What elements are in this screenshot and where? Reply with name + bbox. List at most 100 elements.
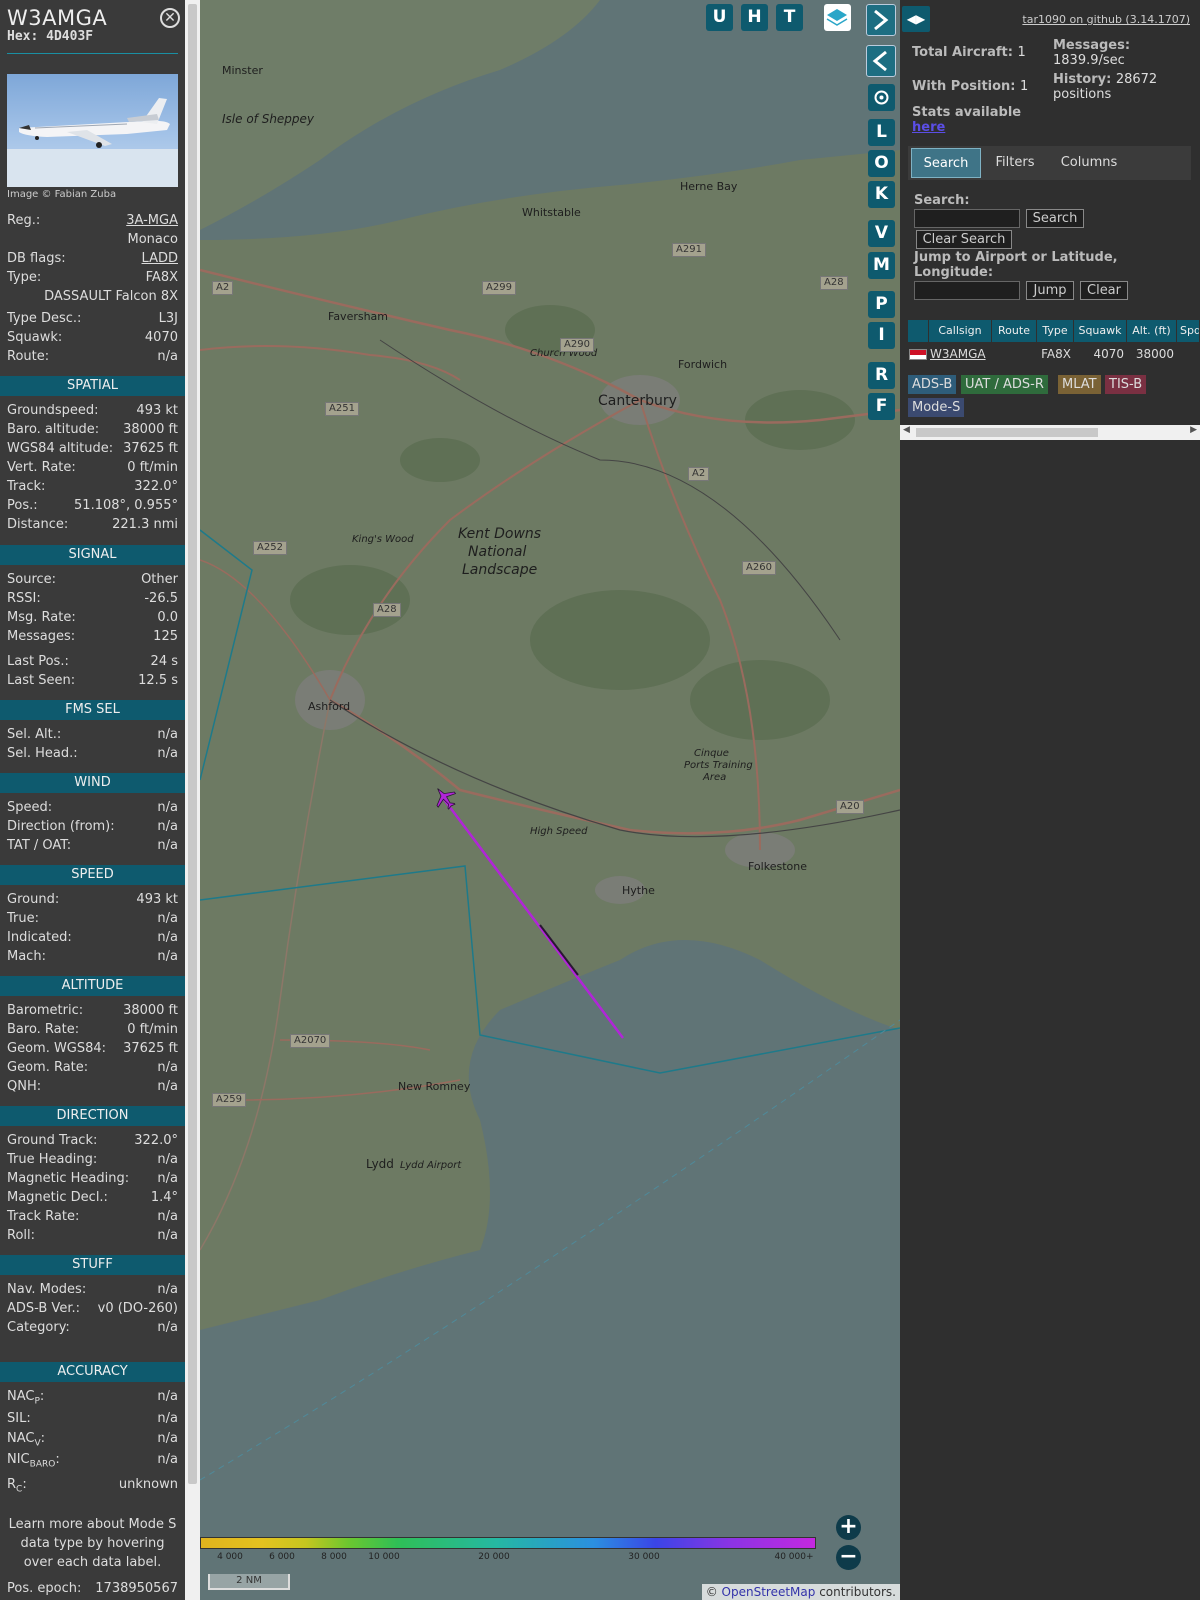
map-button-o[interactable]: O [868,150,895,177]
stats-available: Stats available [912,105,1022,120]
clear-search-button[interactable]: Clear Search [916,230,1012,249]
row-callsign-link[interactable]: W3AMGA [930,344,990,364]
image-credit: Image © Fabian Zuba [7,189,117,200]
close-icon[interactable]: ✕ [160,8,180,28]
altitude-row: Barometric: 38000 ft [7,1003,178,1018]
road-label: A260 [742,561,776,575]
map-canvas[interactable] [200,0,900,1600]
map-label: Ashford [308,700,351,713]
map-button-m[interactable]: M [868,252,895,279]
map-button-r[interactable]: R [868,362,895,389]
column-header-type[interactable]: Type [1037,320,1074,342]
map-view[interactable]: Minster Isle of Sheppey Herne Bay Whitstabl… [200,0,900,1600]
map-button-p[interactable]: P [868,291,895,318]
column-header-speed[interactable]: Spd [1177,320,1200,342]
badge-mode-s[interactable]: Mode-S [908,398,965,417]
row-altitude: 38000 [1135,347,1174,361]
spatial-row: Groundspeed: 493 kt [7,403,178,418]
tab-search[interactable]: Search [911,148,981,178]
stats-link[interactable]: here [912,120,945,135]
zoom-out-button[interactable]: − [836,1545,861,1570]
info-scrollbar-thumb[interactable] [188,4,197,1484]
speed-row: True: n/a [7,911,178,926]
map-label: Whitstable [522,206,581,219]
tab-filters[interactable]: Filters [985,148,1045,178]
map-button-h[interactable]: H [741,4,768,31]
section-header-accuracy: ACCURACY [0,1362,185,1382]
section-header-fms: FMS SEL [0,700,185,720]
spatial-row: WGS84 altitude: 37625 ft [7,441,178,456]
map-button-i[interactable]: I [868,322,895,349]
table-scrollbar-thumb[interactable] [916,428,1098,437]
map-button-u[interactable]: U [706,4,733,31]
map-label: Isle of Sheppey [222,112,315,126]
map-button-v[interactable]: V [868,220,895,247]
collapse-left-icon[interactable] [866,45,896,77]
rc-row: RC: unknown [7,1477,178,1495]
map-button-k[interactable]: K [868,181,895,208]
aircraft-photo[interactable] [7,74,178,187]
badge-tisb[interactable]: TIS-B [1105,375,1147,394]
jump-button[interactable]: Jump [1026,281,1074,300]
column-header-altitude[interactable]: Alt. (ft) [1127,320,1177,342]
legend-tick-label: 10 000 [368,1552,400,1562]
map-button-l[interactable]: L [868,119,895,146]
map-button-t[interactable]: T [776,4,803,31]
road-label: A251 [325,402,359,416]
search-input[interactable] [914,209,1020,228]
github-link[interactable]: tar1090 on github (3.14.1707) [1022,13,1190,26]
expand-right-icon[interactable] [866,4,896,36]
search-button[interactable]: Search [1026,209,1084,228]
toggle-sidebar-icon[interactable]: ◀▶ [902,6,930,32]
road-label: A2070 [290,1034,331,1048]
map-label: High Speed [530,826,588,837]
tab-columns[interactable]: Columns [1049,148,1129,178]
type-row: Type: FA8X [7,270,178,285]
section-header-stuff: STUFF [0,1255,185,1275]
map-label: Herne Bay [680,180,738,193]
scroll-left-icon[interactable]: ◀ [903,425,910,435]
map-button-f[interactable]: F [868,393,895,420]
aircraft-marker-icon[interactable] [432,785,458,811]
dbflags-link[interactable]: LADD [142,251,178,266]
spatial-row: Distance: 221.3 nmi [7,517,178,532]
legend-tick-label: 6 000 [269,1552,295,1562]
info-scrollbar[interactable] [185,0,200,1600]
signal-row: Messages: 125 [7,629,178,644]
badge-adsb[interactable]: ADS-B [908,375,957,394]
altitude-color-bar [200,1537,816,1549]
layers-icon[interactable] [824,4,851,31]
direction-row: True Heading: n/a [7,1152,178,1167]
zoom-in-button[interactable]: + [836,1515,861,1540]
column-header-squawk[interactable]: Squawk [1074,320,1127,342]
info-header: W3AMGA Hex: 4D403F [7,0,178,54]
column-header-callsign[interactable]: Callsign [929,320,992,342]
jump-input[interactable] [914,281,1020,300]
clear-button[interactable]: Clear [1080,281,1128,300]
badge-uat-adsr[interactable]: UAT / ADS-R [961,375,1048,394]
altitude-row: Baro. Rate: 0 ft/min [7,1022,178,1037]
table-horizontal-scrollbar[interactable]: ◀ ▶ [900,425,1200,440]
direction-row: Ground Track: 322.0° [7,1133,178,1148]
legend-tick-label: 8 000 [321,1552,347,1562]
registration-link[interactable]: 3A-MGA [126,213,178,228]
spatial-row: Track: 322.0° [7,479,178,494]
openstreetmap-link[interactable]: OpenStreetMap [722,1585,816,1599]
badge-mlat[interactable]: MLAT [1058,375,1101,394]
column-header-flag[interactable] [908,320,929,342]
aircraft-info-panel: W3AMGA Hex: 4D403F ✕ Image © Fabian Zuba… [0,0,185,1600]
column-header-route[interactable]: Route [992,320,1037,342]
section-header-spatial: SPATIAL [0,376,185,396]
settings-gear-icon[interactable] [868,84,895,111]
scroll-right-icon[interactable]: ▶ [1190,425,1197,435]
search-label: Search: [914,193,970,208]
signal-row: RSSI: -26.5 [7,591,178,606]
road-label: A291 [672,243,706,257]
typedesc-row: Type Desc.: L3J [7,311,178,326]
map-label: National [468,544,527,560]
total-aircraft: Total Aircraft: 1 [912,45,1026,60]
nacv-row: NACV: n/a [7,1431,178,1449]
signal-row: Source: Other [7,572,178,587]
mode-s-help-note: Learn more about Mode S data type by hov… [8,1517,177,1570]
type-name: DASSAULT Falcon 8X [44,289,178,304]
